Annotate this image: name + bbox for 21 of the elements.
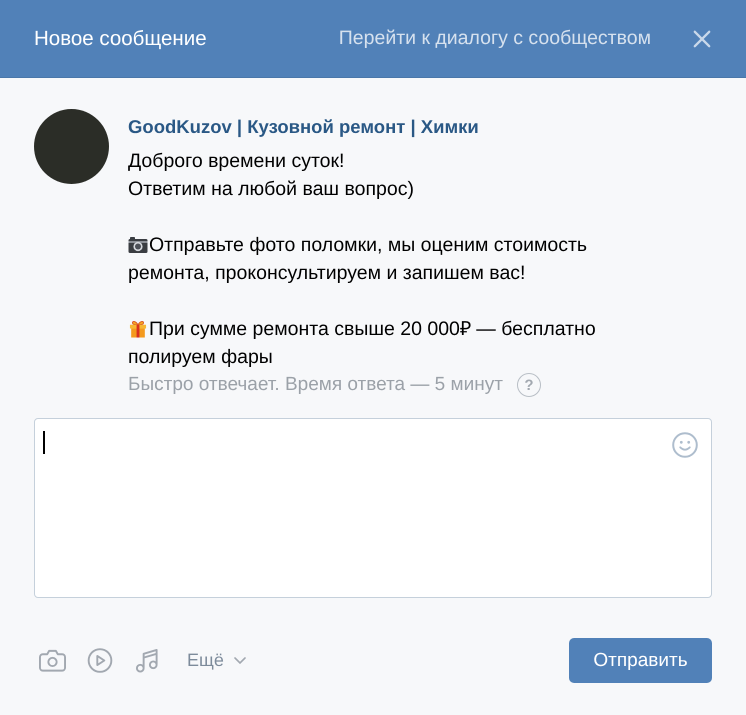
message-text: ремонта, проконсультируем и запишем вас! <box>128 261 526 286</box>
music-note-icon[interactable] <box>134 648 160 673</box>
play-icon[interactable] <box>87 648 113 673</box>
message-text: Отправьте фото поломки, мы оценим стоимость <box>149 233 588 258</box>
camera-icon <box>128 236 148 254</box>
dialog-title: Новое сообщение <box>34 26 207 50</box>
send-button[interactable]: Отправить <box>569 638 712 683</box>
more-button[interactable]: Ещё <box>187 650 246 671</box>
help-button[interactable]: ? <box>516 373 541 397</box>
message-input-field[interactable] <box>34 418 712 598</box>
close-icon[interactable] <box>693 30 711 48</box>
smiley-icon[interactable] <box>672 432 698 458</box>
message-text: полируем фары <box>128 345 273 370</box>
go-to-dialog-link[interactable]: Перейти к диалогу с сообществом <box>338 27 651 50</box>
gift-icon <box>128 320 148 338</box>
chevron-down-icon <box>234 657 246 664</box>
community-name[interactable]: GoodKuzov | Кузовной ремонт | Химки <box>128 116 479 138</box>
response-time-note: Быстро отвечает. Время ответа — 5 минут <box>128 374 503 396</box>
message-text: Доброго времени суток! Ответим на любой ваш вопрос) <box>128 149 414 202</box>
message-text: При сумме ремонта свыше 20 000₽ — бесплатно <box>149 317 596 342</box>
camera-icon[interactable] <box>39 648 66 673</box>
